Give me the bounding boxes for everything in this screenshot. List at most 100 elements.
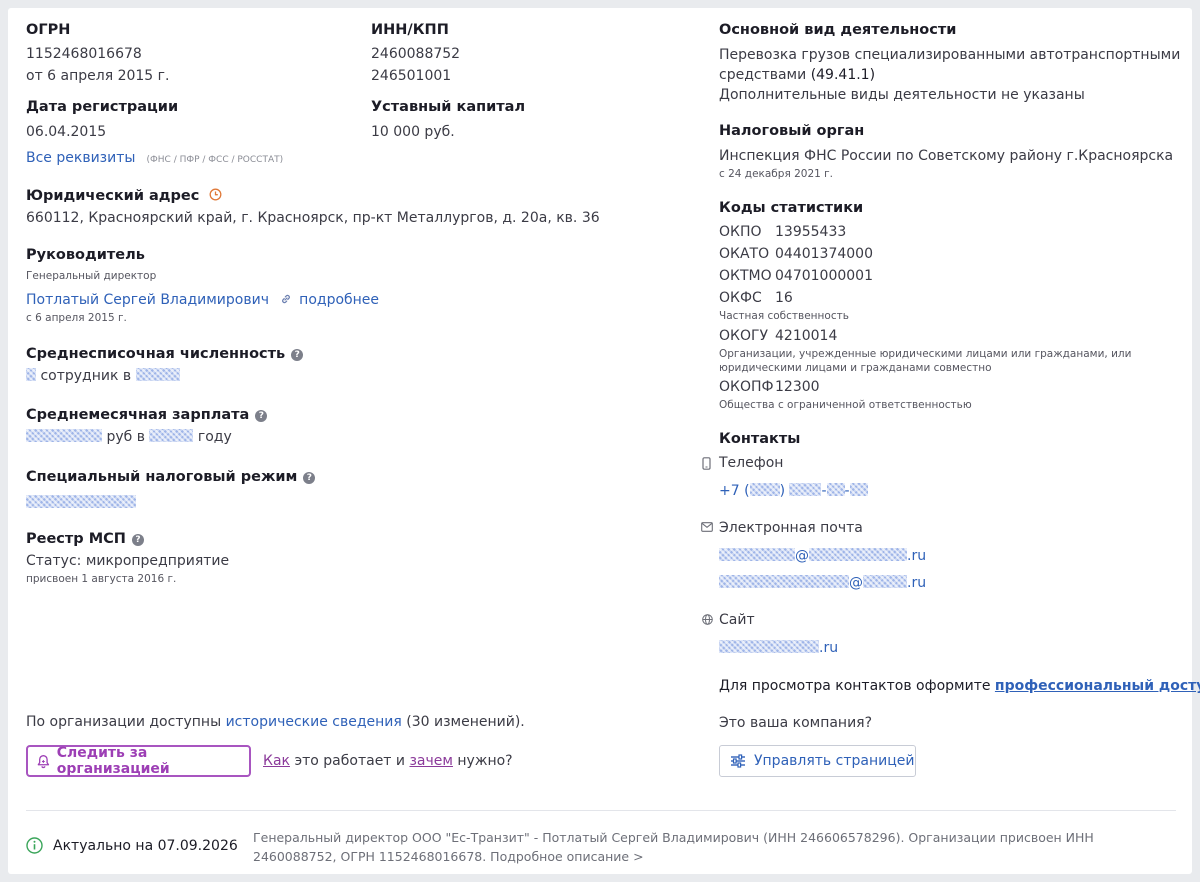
inn-kpp-label: ИНН/КПП <box>371 22 449 38</box>
question-icon[interactable]: ? <box>303 472 316 484</box>
bell-icon <box>37 754 50 768</box>
salary-value: руб в году <box>26 429 232 445</box>
question-icon[interactable]: ? <box>131 534 144 546</box>
question-icon[interactable]: ? <box>255 410 268 422</box>
stats-okato: ОКАТО 04401374000 <box>719 246 873 262</box>
pro-access-text: Для просмотра контактов оформите <box>719 678 991 694</box>
follow-help: Как это работает и зачем нужно? <box>263 753 513 769</box>
company-question: Это ваша компания? <box>719 715 873 731</box>
director-name-link[interactable]: Потлатый Сергей Владимирович <box>26 292 269 308</box>
capital-value: 10 000 руб. <box>371 124 455 140</box>
masked-email-domain <box>863 575 907 588</box>
stats-okpo: ОКПО 13955433 <box>719 224 846 240</box>
email-2[interactable]: @ .ru <box>719 575 926 591</box>
address-heading: Юридический адрес <box>26 185 222 204</box>
inn-value: 2460088752 <box>371 46 461 62</box>
stats-label: Коды статистики <box>719 200 864 216</box>
follow-button[interactable]: Следить за организацией <box>26 745 251 777</box>
headcount-text: сотрудник в <box>40 368 132 384</box>
phone-label: Телефон <box>719 455 784 471</box>
okfs-note: Частная собственность <box>719 310 849 322</box>
ogrn-label: ОГРН <box>26 22 71 38</box>
clock-icon[interactable] <box>209 188 222 201</box>
footer-divider <box>26 810 1176 811</box>
tax-regime-value <box>26 492 136 511</box>
msp-heading: Реестр МСП? <box>26 528 144 547</box>
pro-access-row: Для просмотра контактов оформите професс… <box>719 678 1200 694</box>
capital-label: Уставный капитал <box>371 99 526 115</box>
director-since: с 6 апреля 2015 г. <box>26 312 127 324</box>
follow-button-label: Следить за организацией <box>56 745 170 777</box>
site-label: Сайт <box>719 612 755 628</box>
email-tld: .ru <box>907 575 927 591</box>
history-link[interactable]: исторические сведения <box>226 714 402 730</box>
salary-year-text: году <box>197 429 232 445</box>
footer-description[interactable]: Генеральный директор ООО "Ес-Транзит" - … <box>253 828 1173 866</box>
stats-oktmo: ОКТМО 04701000001 <box>719 268 873 284</box>
director-role: Генеральный директор <box>26 270 157 282</box>
okogu-key: ОКОГУ <box>719 328 769 344</box>
activity-additional: Дополнительные виды деятельности не указ… <box>719 87 1085 103</box>
masked-email-user <box>719 575 849 588</box>
masked-site <box>719 640 819 653</box>
reg-date-label: Дата регистрации <box>26 99 179 115</box>
reg-date-value: 06.04.2015 <box>26 124 107 140</box>
headcount-value: сотрудник в <box>26 368 180 384</box>
how-link[interactable]: Как <box>263 753 290 769</box>
pro-access-link[interactable]: профессиональный доступ <box>995 678 1200 694</box>
email-1[interactable]: @ .ru <box>719 548 926 564</box>
tax-office-value: Инспекция ФНС России по Советскому район… <box>719 148 1174 164</box>
okfs-key: ОКФС <box>719 290 762 306</box>
why-text: нужно? <box>457 753 513 769</box>
msp-label: Реестр МСП <box>26 531 126 547</box>
masked-email-user <box>719 548 795 561</box>
tax-office-since: с 24 декабря 2021 г. <box>719 168 834 180</box>
masked-year <box>149 429 194 442</box>
email-at: @ <box>795 548 809 564</box>
oktmo-value: 04701000001 <box>775 268 873 284</box>
activity-line2: средствами (49.41.1) <box>719 67 875 83</box>
okopf-value: 12300 <box>775 379 820 395</box>
kpp-value: 246501001 <box>371 68 452 84</box>
requisites-note: (ФНС / ПФР / ФСС / РОССТАТ) <box>146 155 284 165</box>
why-link[interactable]: зачем <box>409 753 452 769</box>
history-suffix: (30 изменений). <box>406 714 525 730</box>
manage-page-button[interactable]: Управлять страницей <box>719 745 916 777</box>
activity-line2-text: средствами <box>719 67 807 83</box>
okato-key: ОКАТО <box>719 246 770 262</box>
director-label: Руководитель <box>26 247 145 263</box>
masked-phone-part <box>849 483 868 496</box>
address-value: 660112, Красноярский край, г. Красноярск… <box>26 210 600 226</box>
info-icon <box>26 837 43 854</box>
all-requisites-row: Все реквизиты (ФНС / ПФР / ФСС / РОССТАТ… <box>26 147 283 166</box>
site-tld: .ru <box>819 640 839 656</box>
headcount-heading: Среднесписочная численность? <box>26 343 304 362</box>
all-requisites-link[interactable]: Все реквизиты <box>26 150 135 166</box>
address-label: Юридический адрес <box>26 188 200 204</box>
site-value[interactable]: .ru <box>719 640 838 656</box>
history-row: По организации доступны исторические све… <box>26 714 525 730</box>
email-label: Электронная почта <box>719 520 863 536</box>
stats-okopf: ОКОПФ12300 <box>719 379 820 395</box>
question-icon[interactable]: ? <box>291 349 304 361</box>
link-icon <box>282 294 290 304</box>
director-more-link[interactable]: подробнее <box>299 292 379 308</box>
okpo-value: 13955433 <box>775 224 847 240</box>
okato-value: 04401374000 <box>775 246 873 262</box>
manage-page-label: Управлять страницей <box>754 753 915 769</box>
salary-heading: Среднемесячная зарплата? <box>26 404 268 423</box>
email-at: @ <box>849 575 863 591</box>
masked-email-domain <box>809 548 907 561</box>
okogu-value: 4210014 <box>775 328 838 344</box>
masked-year <box>135 368 180 381</box>
okfs-value: 16 <box>775 290 793 306</box>
phone-icon <box>702 457 711 470</box>
email-tld: .ru <box>907 548 927 564</box>
tax-regime-heading: Специальный налоговый режим? <box>26 466 316 485</box>
okpo-key: ОКПО <box>719 224 762 240</box>
stats-okfs: ОКФС 16 <box>719 290 793 306</box>
mail-icon <box>701 522 713 532</box>
phone-value[interactable]: +7 () -- <box>719 483 868 499</box>
ogrn-value: 1152468016678 <box>26 46 142 62</box>
activity-line1: Перевозка грузов специализированными авт… <box>719 47 1181 63</box>
